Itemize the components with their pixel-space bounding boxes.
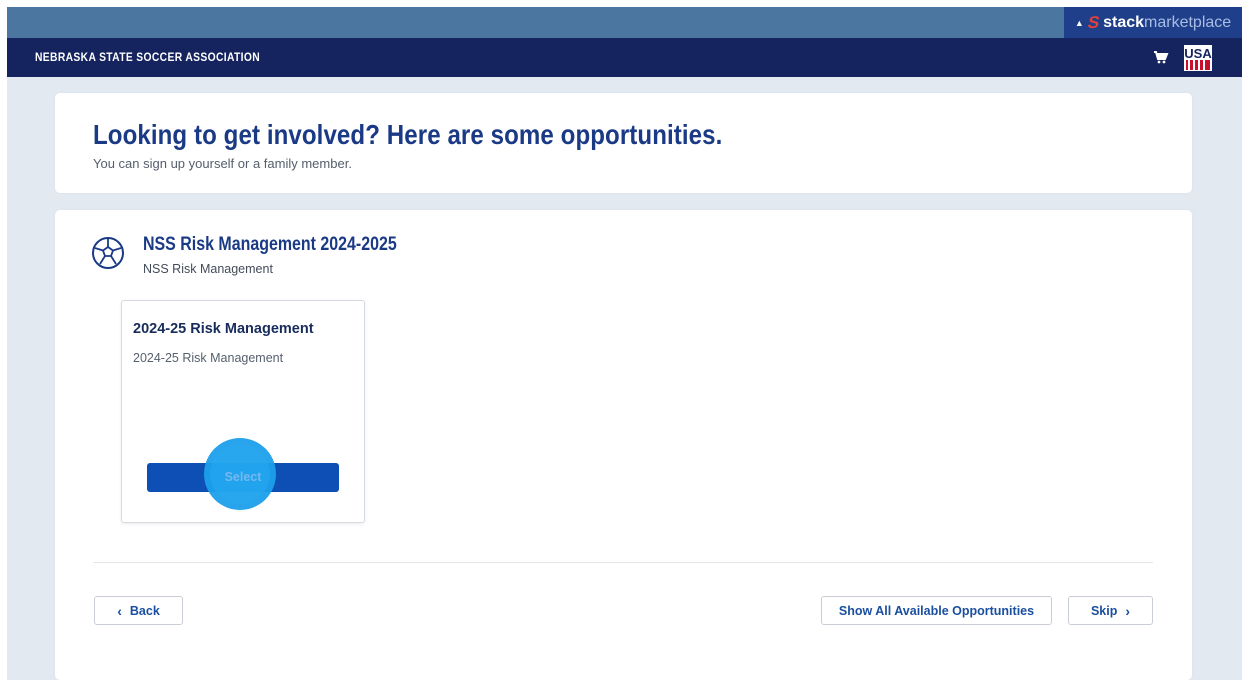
brand-light: marketplace bbox=[1144, 13, 1232, 31]
brand-bold: stack bbox=[1103, 13, 1145, 31]
skip-button-label: Skip bbox=[1090, 603, 1118, 618]
opportunity-title: 2024-25 Risk Management bbox=[133, 321, 314, 337]
select-button[interactable] bbox=[147, 463, 339, 492]
federation-logo-text: USA bbox=[1184, 46, 1212, 61]
us-soccer-logo-icon[interactable]: USA bbox=[1183, 44, 1213, 72]
back-button[interactable]: ‹ Back bbox=[94, 596, 183, 625]
window-frame-top bbox=[0, 0, 1242, 7]
window-frame-left bbox=[0, 0, 7, 680]
opportunities-card: NSS Risk Management 2024-2025 NSS Risk M… bbox=[55, 210, 1192, 680]
program-subtitle: NSS Risk Management bbox=[143, 262, 273, 276]
show-all-label: Show All Available Opportunities bbox=[838, 603, 1035, 618]
org-name[interactable]: NEBRASKA STATE SOCCER ASSOCIATION bbox=[35, 50, 260, 64]
skip-button[interactable]: Skip › bbox=[1068, 596, 1153, 625]
page-subtitle: You can sign up yourself or a family mem… bbox=[93, 156, 352, 171]
chevron-right-icon: › bbox=[1125, 602, 1131, 619]
opportunity-card[interactable]: 2024-25 Risk Management 2024-25 Risk Man… bbox=[121, 300, 365, 523]
stack-marketplace-badge[interactable]: ▲ S stackmarketplace bbox=[1064, 7, 1242, 38]
cart-icon[interactable] bbox=[1153, 49, 1169, 65]
divider bbox=[93, 562, 1153, 563]
chevron-left-icon: ‹ bbox=[117, 602, 122, 619]
page-title: Looking to get involved? Here are some o… bbox=[93, 119, 723, 150]
stack-s-logo-icon: S bbox=[1085, 12, 1102, 32]
back-button-label: Back bbox=[129, 603, 160, 618]
soccer-ball-icon bbox=[92, 237, 124, 269]
intro-card: Looking to get involved? Here are some o… bbox=[55, 93, 1192, 193]
caret-up-icon: ▲ bbox=[1074, 17, 1084, 28]
opportunity-description: 2024-25 Risk Management bbox=[133, 351, 284, 365]
org-navbar: NEBRASKA STATE SOCCER ASSOCIATION USA bbox=[7, 38, 1242, 77]
marketplace-bar: ▲ S stackmarketplace bbox=[7, 7, 1242, 38]
program-title: NSS Risk Management 2024-2025 bbox=[143, 234, 397, 255]
show-all-opportunities-button[interactable]: Show All Available Opportunities bbox=[821, 596, 1052, 625]
